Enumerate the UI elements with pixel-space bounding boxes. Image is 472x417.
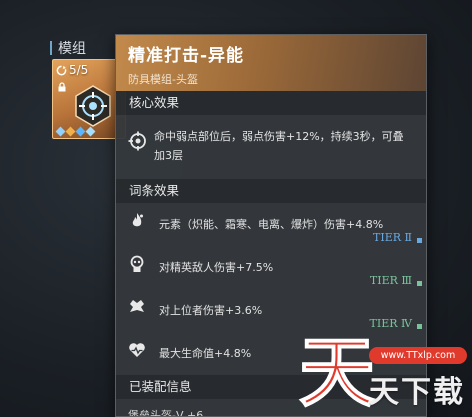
gem-marker xyxy=(55,126,66,137)
heart-icon xyxy=(129,343,145,357)
affix-section-title: 词条效果 xyxy=(116,179,426,203)
tooltip-header: 精准打击-异能 防具模组-头盔 xyxy=(116,35,426,91)
watermark-url: www.TTxlp.com xyxy=(369,347,467,364)
affix-row: 元素（炽能、霜寒、电离、爆炸）伤害+4.8% TIER Ⅱ xyxy=(116,203,426,246)
site-watermark: 天 www.TTxlp.com 天下载 xyxy=(297,327,472,417)
module-title: 模组 xyxy=(58,41,86,57)
watermark-logo: 天 xyxy=(298,327,376,417)
crosshair-icon xyxy=(128,131,146,151)
core-effect: 命中弱点部位后，弱点伤害+12%，持续3秒，可叠加3层 xyxy=(116,115,426,179)
core-effect-section-title: 核心效果 xyxy=(116,91,426,115)
watermark-glyph: 天 xyxy=(299,328,375,417)
affix-text: 元素（炽能、霜寒、电离、爆炸）伤害+4.8% xyxy=(159,218,384,231)
item-count: 5/5 xyxy=(56,63,88,77)
lock-icon xyxy=(58,82,66,92)
affix-tier: TIER Ⅱ xyxy=(373,231,412,244)
module-name: 精准打击-异能 xyxy=(128,46,245,66)
module-type: 防具模组-头盔 xyxy=(128,73,198,86)
affix-text: 对精英敌人伤害+7.5% xyxy=(159,261,274,274)
affix-row: 对精英敌人伤害+7.5% TIER Ⅲ xyxy=(116,246,426,289)
affix-row: 对上位者伤害+3.6% TIER Ⅳ xyxy=(116,289,426,332)
affix-text: 对上位者伤害+3.6% xyxy=(159,304,263,317)
tier-marker xyxy=(417,281,422,286)
refresh-icon xyxy=(56,65,67,75)
gem-marker xyxy=(65,126,76,137)
core-effect-text: 命中弱点部位后，弱点伤害+12%，持续3秒，可叠加3层 xyxy=(154,130,404,162)
item-gems xyxy=(55,126,96,137)
gem-marker xyxy=(75,126,86,137)
module-header: 模组 xyxy=(50,38,86,58)
elite-enemy-icon xyxy=(130,255,144,272)
header-accent-bar xyxy=(50,41,52,55)
tier-marker xyxy=(417,238,422,243)
affix-text: 最大生命值+4.8% xyxy=(159,347,252,360)
watermark-text: 天下载 xyxy=(369,375,465,410)
gem-marker xyxy=(85,126,96,137)
crosshair-emblem-icon xyxy=(75,85,111,127)
higher-rank-icon xyxy=(130,300,144,312)
affix-tier: TIER Ⅲ xyxy=(369,274,412,287)
elemental-icon xyxy=(132,213,143,227)
item-count-text: 5/5 xyxy=(69,63,89,77)
